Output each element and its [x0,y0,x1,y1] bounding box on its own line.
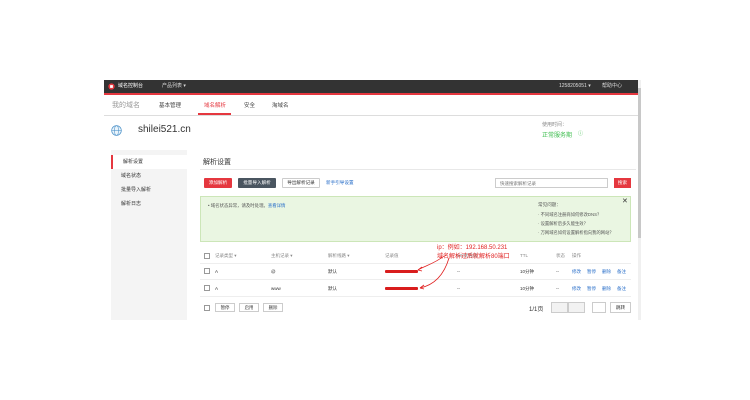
chevron-down-icon: ▾ [588,83,591,89]
sidebar-item-dns-settings[interactable]: 解析设置 [111,155,187,169]
redacted-value [385,270,418,273]
note-link[interactable]: 备注 [617,269,626,275]
column-header-line[interactable]: 解析线路 ▾ [328,253,350,259]
status-badge: 正常服务期 [542,133,573,139]
delete-link[interactable]: 删除 [602,269,611,275]
column-header-status: 状态 [556,253,565,258]
tab-security[interactable]: 安全 [244,101,255,109]
pause-link[interactable]: 暂停 [587,269,596,275]
annotation-text: 域名解析过后就解析80端口 [437,254,510,260]
divider [200,169,636,170]
logo-text: 域名控制台 [118,83,144,89]
info-icon[interactable]: ⓘ [578,130,583,137]
search-button[interactable]: 搜索 [614,178,631,188]
column-header-ttl: TTL [520,253,529,258]
export-records-button[interactable]: 导出解析记录 [282,178,320,188]
record-line: 默认 [328,286,337,291]
tab-dns-resolution[interactable]: 域名解析 [204,101,226,109]
column-header-host[interactable]: 主机记录 ▾ [271,253,293,259]
record-mx: -- [457,269,460,274]
sub-nav [104,95,641,116]
faq-item[interactable]: · 万网域名如何设置解析指向我的网站？ [538,230,614,236]
batch-import-button[interactable]: 批量导入解析 [238,178,276,188]
globe-icon [111,125,122,136]
close-icon[interactable]: ✕ [622,198,628,205]
sidebar-item-dns-log[interactable]: 解析日志 [111,197,187,211]
app-window: 域名控制台 产品列表 ▾ 1258205051 ▾ 帮助中心 我的域名 基本管理… [104,80,641,320]
page-number-input[interactable] [592,302,606,313]
jump-button[interactable]: 跳转 [610,302,631,313]
note-link[interactable]: 备注 [617,286,626,292]
divider [200,263,631,264]
account-menu[interactable]: 1258205051 ▾ [559,82,591,91]
annotation-text: ip：例如：192.168.50.231 [437,245,508,251]
status-label: 使用时间： [542,122,568,128]
help-center-link[interactable]: 帮助中心 [602,82,622,91]
record-ttl: 10分钟 [520,286,535,291]
enable-selected-button[interactable]: 启用 [239,303,259,312]
add-record-button[interactable]: 添加解析 [204,178,232,188]
divider [200,296,631,297]
sidebar-item-domain-status[interactable]: 域名状态 [111,169,187,183]
scrollbar-thumb[interactable] [638,88,641,238]
redacted-value [385,287,418,290]
record-ttl: 10分钟 [520,269,535,274]
notice-details-link[interactable]: 查看详情 [268,203,286,208]
chevron-down-icon: ▾ [183,83,186,89]
pause-link[interactable]: 暂停 [587,286,596,292]
page-title: 我的域名 [112,102,140,109]
column-header-actions: 操作 [572,253,581,258]
active-tab-indicator [198,113,231,115]
account-label: 1258205051 [559,83,587,89]
divider [200,279,631,280]
record-status: -- [556,269,559,274]
pause-selected-button[interactable]: 暂停 [215,303,235,312]
product-menu-label: 产品列表 [162,83,183,89]
faq-title: 常见问题： [538,202,561,207]
product-menu[interactable]: 产品列表 ▾ [162,82,186,91]
record-mx: -- [457,286,460,291]
column-header-type[interactable]: 记录类型 ▾ [215,253,237,259]
record-host: @ [271,269,276,274]
edit-link[interactable]: 修改 [572,269,581,275]
faq-item[interactable]: · 不同域名注册商如何修改DNS？ [538,212,601,218]
sidebar-item-batch-import[interactable]: 批量导入解析 [111,183,187,197]
notice-message: 域名状态异常，请及时处理。 [210,203,268,208]
delete-selected-button[interactable]: 删除 [263,303,283,312]
record-type: A [215,286,219,291]
search-input[interactable] [495,178,608,188]
prev-page-button[interactable] [551,302,568,313]
logo-icon [108,83,115,90]
record-type: A [215,269,219,274]
select-all-checkbox[interactable] [204,253,210,259]
row-checkbox[interactable] [204,268,210,274]
record-line: 默认 [328,269,337,274]
faq-item[interactable]: · 设置解析后多久能生效？ [538,221,588,227]
column-header-value: 记录值 [385,253,399,258]
row-checkbox[interactable] [204,285,210,291]
record-host: www [271,286,281,291]
record-status: -- [556,286,559,291]
delete-link[interactable]: 删除 [602,286,611,292]
tab-domain-market[interactable]: 淘域名 [272,101,289,109]
tab-basic-management[interactable]: 基本管理 [159,101,181,109]
section-title: 解析设置 [203,159,231,166]
domain-name: shilei521.cn [138,124,191,135]
select-all-checkbox-bottom[interactable] [204,305,210,311]
edit-link[interactable]: 修改 [572,286,581,292]
page-info: 1/1页 [529,307,544,313]
guide-link[interactable]: 新手引导设置 [326,180,354,186]
notice-text: • 域名状态异常，请及时处理。查看详情 [208,203,285,209]
next-page-button[interactable] [568,302,585,313]
